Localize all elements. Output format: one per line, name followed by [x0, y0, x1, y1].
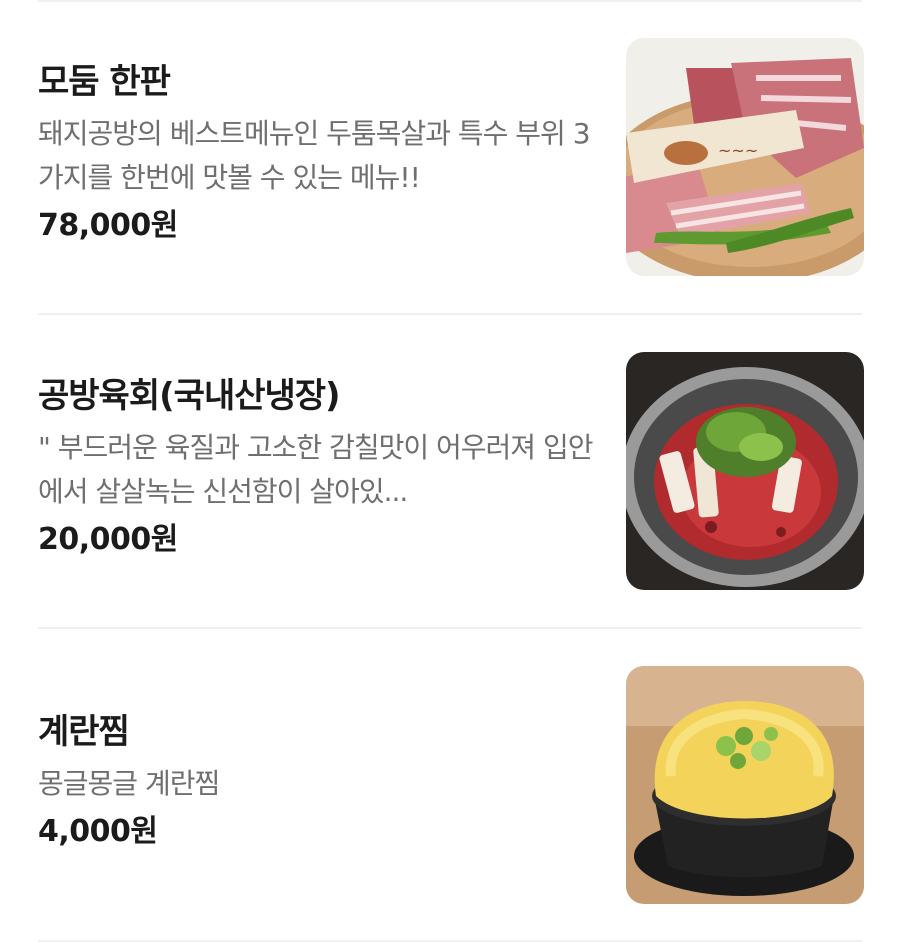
steamed-egg-image	[626, 666, 864, 904]
menu-item-info: 모둠 한판 돼지공방의 베스트메뉴인 두툼목살과 특수 부위 3가지를 한번에 …	[38, 60, 598, 248]
pork-platter-photo[interactable]: ~~~	[626, 38, 864, 276]
menu-list: 모둠 한판 돼지공방의 베스트메뉴인 두툼목살과 특수 부위 3가지를 한번에 …	[0, 0, 900, 942]
logo-text: ~~~	[718, 141, 758, 160]
divider	[38, 627, 862, 629]
menu-item-name: 모둠 한판	[38, 62, 171, 102]
menu-item-platter[interactable]: 모둠 한판 돼지공방의 베스트메뉴인 두툼목살과 특수 부위 3가지를 한번에 …	[0, 38, 900, 278]
menu-item-steamed-egg[interactable]: 계란찜 몽글몽글 계란찜 4,000원	[0, 666, 900, 906]
menu-item-price: 20,000원	[38, 522, 178, 557]
divider	[38, 0, 862, 2]
menu-item-info: 공방육회(국내산냉장) " 부드러운 육질과 고소한 감칠맛이 어우러져 입안에…	[38, 374, 598, 562]
menu-item-name: 계란찜	[38, 712, 130, 752]
menu-item-description: " 부드러운 육질과 고소한 감칠맛이 어우러져 입안에서 살살녹는 신선함이 …	[38, 431, 593, 508]
menu-item-price: 4,000원	[38, 814, 158, 849]
divider	[38, 313, 862, 315]
steamed-egg-photo[interactable]	[626, 666, 864, 904]
menu-item-description: 몽글몽글 계란찜	[38, 767, 220, 800]
menu-item-name: 공방육회(국내산냉장)	[38, 376, 341, 416]
menu-item-description: 돼지공방의 베스트메뉴인 두툼목살과 특수 부위 3가지를 한번에 맛볼 수 있…	[38, 117, 591, 194]
menu-item-info: 계란찜 몽글몽글 계란찜 4,000원	[38, 710, 598, 854]
beef-tartare-image	[626, 352, 864, 590]
pork-platter-image: ~~~	[626, 38, 864, 276]
menu-item-price: 78,000원	[38, 208, 178, 243]
menu-item-tartare[interactable]: 공방육회(국내산냉장) " 부드러운 육질과 고소한 감칠맛이 어우러져 입안에…	[0, 352, 900, 592]
beef-tartare-photo[interactable]	[626, 352, 864, 590]
